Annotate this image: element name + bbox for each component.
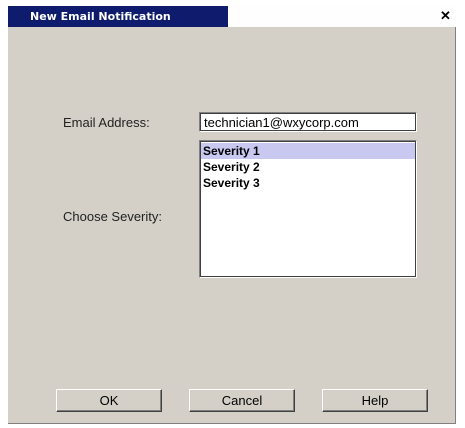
- email-address-input[interactable]: [199, 112, 417, 132]
- title-bar[interactable]: New Email Notification ✕: [8, 6, 456, 27]
- severity-listbox[interactable]: Severity 1 Severity 2 Severity 3: [199, 140, 417, 278]
- severity-option[interactable]: Severity 3: [201, 175, 415, 191]
- help-button[interactable]: Help: [322, 389, 428, 412]
- ok-button[interactable]: OK: [56, 389, 162, 412]
- cancel-button[interactable]: Cancel: [189, 389, 295, 412]
- email-address-label: Email Address:: [63, 115, 150, 130]
- choose-severity-label: Choose Severity:: [63, 209, 162, 224]
- email-notification-dialog: New Email Notification ✕ Email Address: …: [8, 6, 456, 424]
- severity-option[interactable]: Severity 1: [201, 143, 415, 159]
- close-icon[interactable]: ✕: [437, 8, 454, 24]
- severity-option[interactable]: Severity 2: [201, 159, 415, 175]
- dialog-title: New Email Notification: [30, 10, 171, 23]
